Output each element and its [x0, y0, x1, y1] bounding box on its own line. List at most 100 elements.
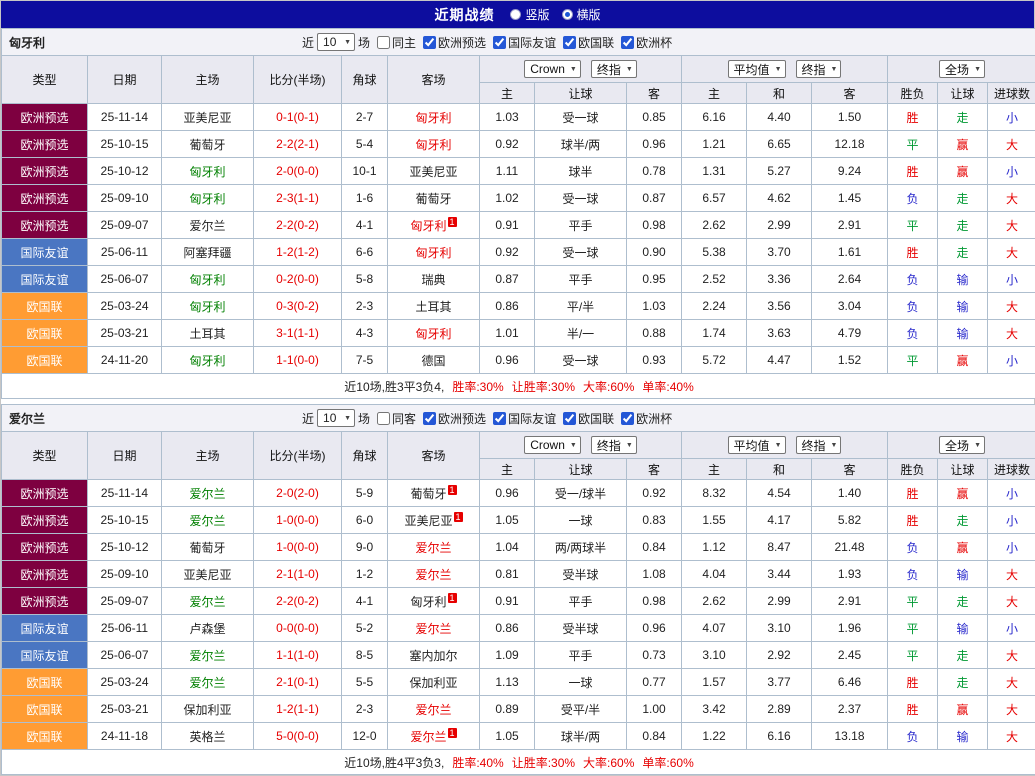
score-cell: 2-0(2-0)	[254, 480, 342, 507]
near-label: 近	[302, 410, 314, 427]
col-avg-draw: 和	[747, 459, 812, 480]
avg-draw-cell: 3.70	[747, 239, 812, 266]
away-team-cell: 爱尔兰	[388, 534, 480, 561]
col-result-handicap: 让球	[938, 459, 988, 480]
final-odds-select[interactable]: 终指▼	[591, 60, 637, 78]
result-winloss-cell: 胜	[888, 239, 938, 266]
competition-checkbox-2[interactable]: 欧国联	[563, 410, 614, 427]
col-avg-draw: 和	[747, 83, 812, 104]
dropdown-arrow-icon: ▼	[775, 442, 782, 449]
avg-away-cell: 2.91	[812, 212, 888, 239]
avg-away-cell: 6.46	[812, 669, 888, 696]
result-handicap-cell: 走	[938, 507, 988, 534]
date-cell: 25-11-14	[88, 480, 162, 507]
match-row: 欧洲预选25-10-12葡萄牙1-0(0-0)9-0爱尔兰1.04两/两球半0.…	[2, 534, 1035, 561]
competition-checkbox-3[interactable]: 欧洲杯	[621, 34, 672, 51]
summary-row: 近10场,胜3平3负4,胜率:30%让胜率:30%大率:60%单率:40%	[2, 374, 1035, 399]
checkbox-input[interactable]	[563, 412, 576, 425]
competition-checkbox-0[interactable]: 欧洲预选	[423, 34, 486, 51]
summary-stat: 单率:40%	[642, 380, 693, 394]
avg-final-odds-select[interactable]: 终指▼	[796, 60, 842, 78]
competition-type-cell: 国际友谊	[2, 642, 88, 669]
avg-draw-cell: 3.63	[747, 320, 812, 347]
avg-home-cell: 1.12	[682, 534, 747, 561]
col-result-goals: 进球数	[988, 83, 1035, 104]
handicap-cell: 受半球	[535, 561, 627, 588]
team-label: 保加利亚	[183, 703, 231, 717]
scope-select[interactable]: 全场▼	[939, 60, 985, 78]
checkbox-input[interactable]	[423, 412, 436, 425]
checkbox-input[interactable]	[423, 36, 436, 49]
average-select[interactable]: 平均值▼	[728, 60, 786, 78]
competition-checkbox-0[interactable]: 欧洲预选	[423, 410, 486, 427]
avg-home-cell: 1.22	[682, 723, 747, 750]
scope-select[interactable]: 全场▼	[939, 436, 985, 454]
odds-away-cell: 0.77	[627, 669, 682, 696]
date-cell: 25-09-10	[88, 561, 162, 588]
odds-home-cell: 0.92	[480, 239, 535, 266]
odds-home-cell: 0.91	[480, 588, 535, 615]
avg-away-cell: 1.96	[812, 615, 888, 642]
checkbox-input[interactable]	[493, 412, 506, 425]
team-label: 爱尔兰	[415, 622, 451, 636]
team-label: 匈牙利	[415, 327, 451, 341]
odds-away-cell: 0.96	[627, 131, 682, 158]
layout-radio-vertical[interactable]: 竖版	[510, 6, 549, 23]
team-label: 爱尔兰	[189, 219, 225, 233]
near-label: 近	[302, 34, 314, 51]
score-cell: 1-1(0-0)	[254, 347, 342, 374]
result-handicap-cell: 赢	[938, 696, 988, 723]
home-team-cell: 葡萄牙	[162, 131, 254, 158]
bookmaker-header: Crown▼ 终指▼	[480, 432, 682, 459]
team-label: 葡萄牙	[189, 138, 225, 152]
checkbox-input[interactable]	[493, 36, 506, 49]
competition-type-cell: 国际友谊	[2, 266, 88, 293]
competition-type-cell: 欧国联	[2, 347, 88, 374]
average-select[interactable]: 平均值▼	[728, 436, 786, 454]
avg-draw-cell: 4.62	[747, 185, 812, 212]
avg-away-cell: 2.45	[812, 642, 888, 669]
team-label: 爱尔兰	[415, 541, 451, 555]
avg-final-odds-select[interactable]: 终指▼	[796, 436, 842, 454]
checkbox-input[interactable]	[621, 412, 634, 425]
bookmaker-select[interactable]: Crown▼	[524, 436, 581, 454]
competition-checkbox-1[interactable]: 国际友谊	[493, 410, 556, 427]
team-label: 瑞典	[421, 273, 445, 287]
col-result-goals: 进球数	[988, 459, 1035, 480]
result-handicap-cell: 输	[938, 561, 988, 588]
col-home: 主场	[162, 432, 254, 480]
corners-cell: 9-0	[342, 534, 388, 561]
dropdown-arrow-icon: ▼	[570, 66, 577, 73]
match-count-select[interactable]: 10▼	[317, 409, 355, 427]
competition-checkbox-2[interactable]: 欧国联	[563, 34, 614, 51]
score-cell: 0-1(0-1)	[254, 104, 342, 131]
result-goals-cell: 小	[988, 615, 1035, 642]
checkbox-input[interactable]	[377, 412, 390, 425]
competition-checkbox-3[interactable]: 欧洲杯	[621, 410, 672, 427]
checkbox-input[interactable]	[377, 36, 390, 49]
match-row: 国际友谊25-06-11卢森堡0-0(0-0)5-2爱尔兰0.86受半球0.96…	[2, 615, 1035, 642]
summary-stat: 让胜率:30%	[512, 380, 575, 394]
same-venue-checkbox[interactable]: 同客	[377, 410, 416, 427]
avg-draw-cell: 4.17	[747, 507, 812, 534]
match-count-select[interactable]: 10▼	[317, 33, 355, 51]
competition-checkbox-1[interactable]: 国际友谊	[493, 34, 556, 51]
final-odds-select[interactable]: 终指▼	[591, 436, 637, 454]
result-goals-cell: 大	[988, 131, 1035, 158]
handicap-cell: 受平/半	[535, 696, 627, 723]
layout-radio-horizontal[interactable]: 横版	[562, 6, 601, 23]
corners-cell: 5-5	[342, 669, 388, 696]
corners-cell: 1-2	[342, 561, 388, 588]
red-card-badge: 1	[448, 485, 457, 495]
match-row: 国际友谊25-06-11阿塞拜疆1-2(1-2)6-6匈牙利0.92受一球0.9…	[2, 239, 1035, 266]
team-label: 匈牙利	[410, 219, 446, 233]
same-venue-checkbox[interactable]: 同主	[377, 34, 416, 51]
bookmaker-select[interactable]: Crown▼	[524, 60, 581, 78]
avg-away-cell: 2.64	[812, 266, 888, 293]
checkbox-input[interactable]	[563, 36, 576, 49]
checkbox-input[interactable]	[621, 36, 634, 49]
away-team-cell: 匈牙利	[388, 131, 480, 158]
avg-draw-cell: 2.99	[747, 588, 812, 615]
date-cell: 25-06-11	[88, 615, 162, 642]
team-label: 土耳其	[189, 327, 225, 341]
